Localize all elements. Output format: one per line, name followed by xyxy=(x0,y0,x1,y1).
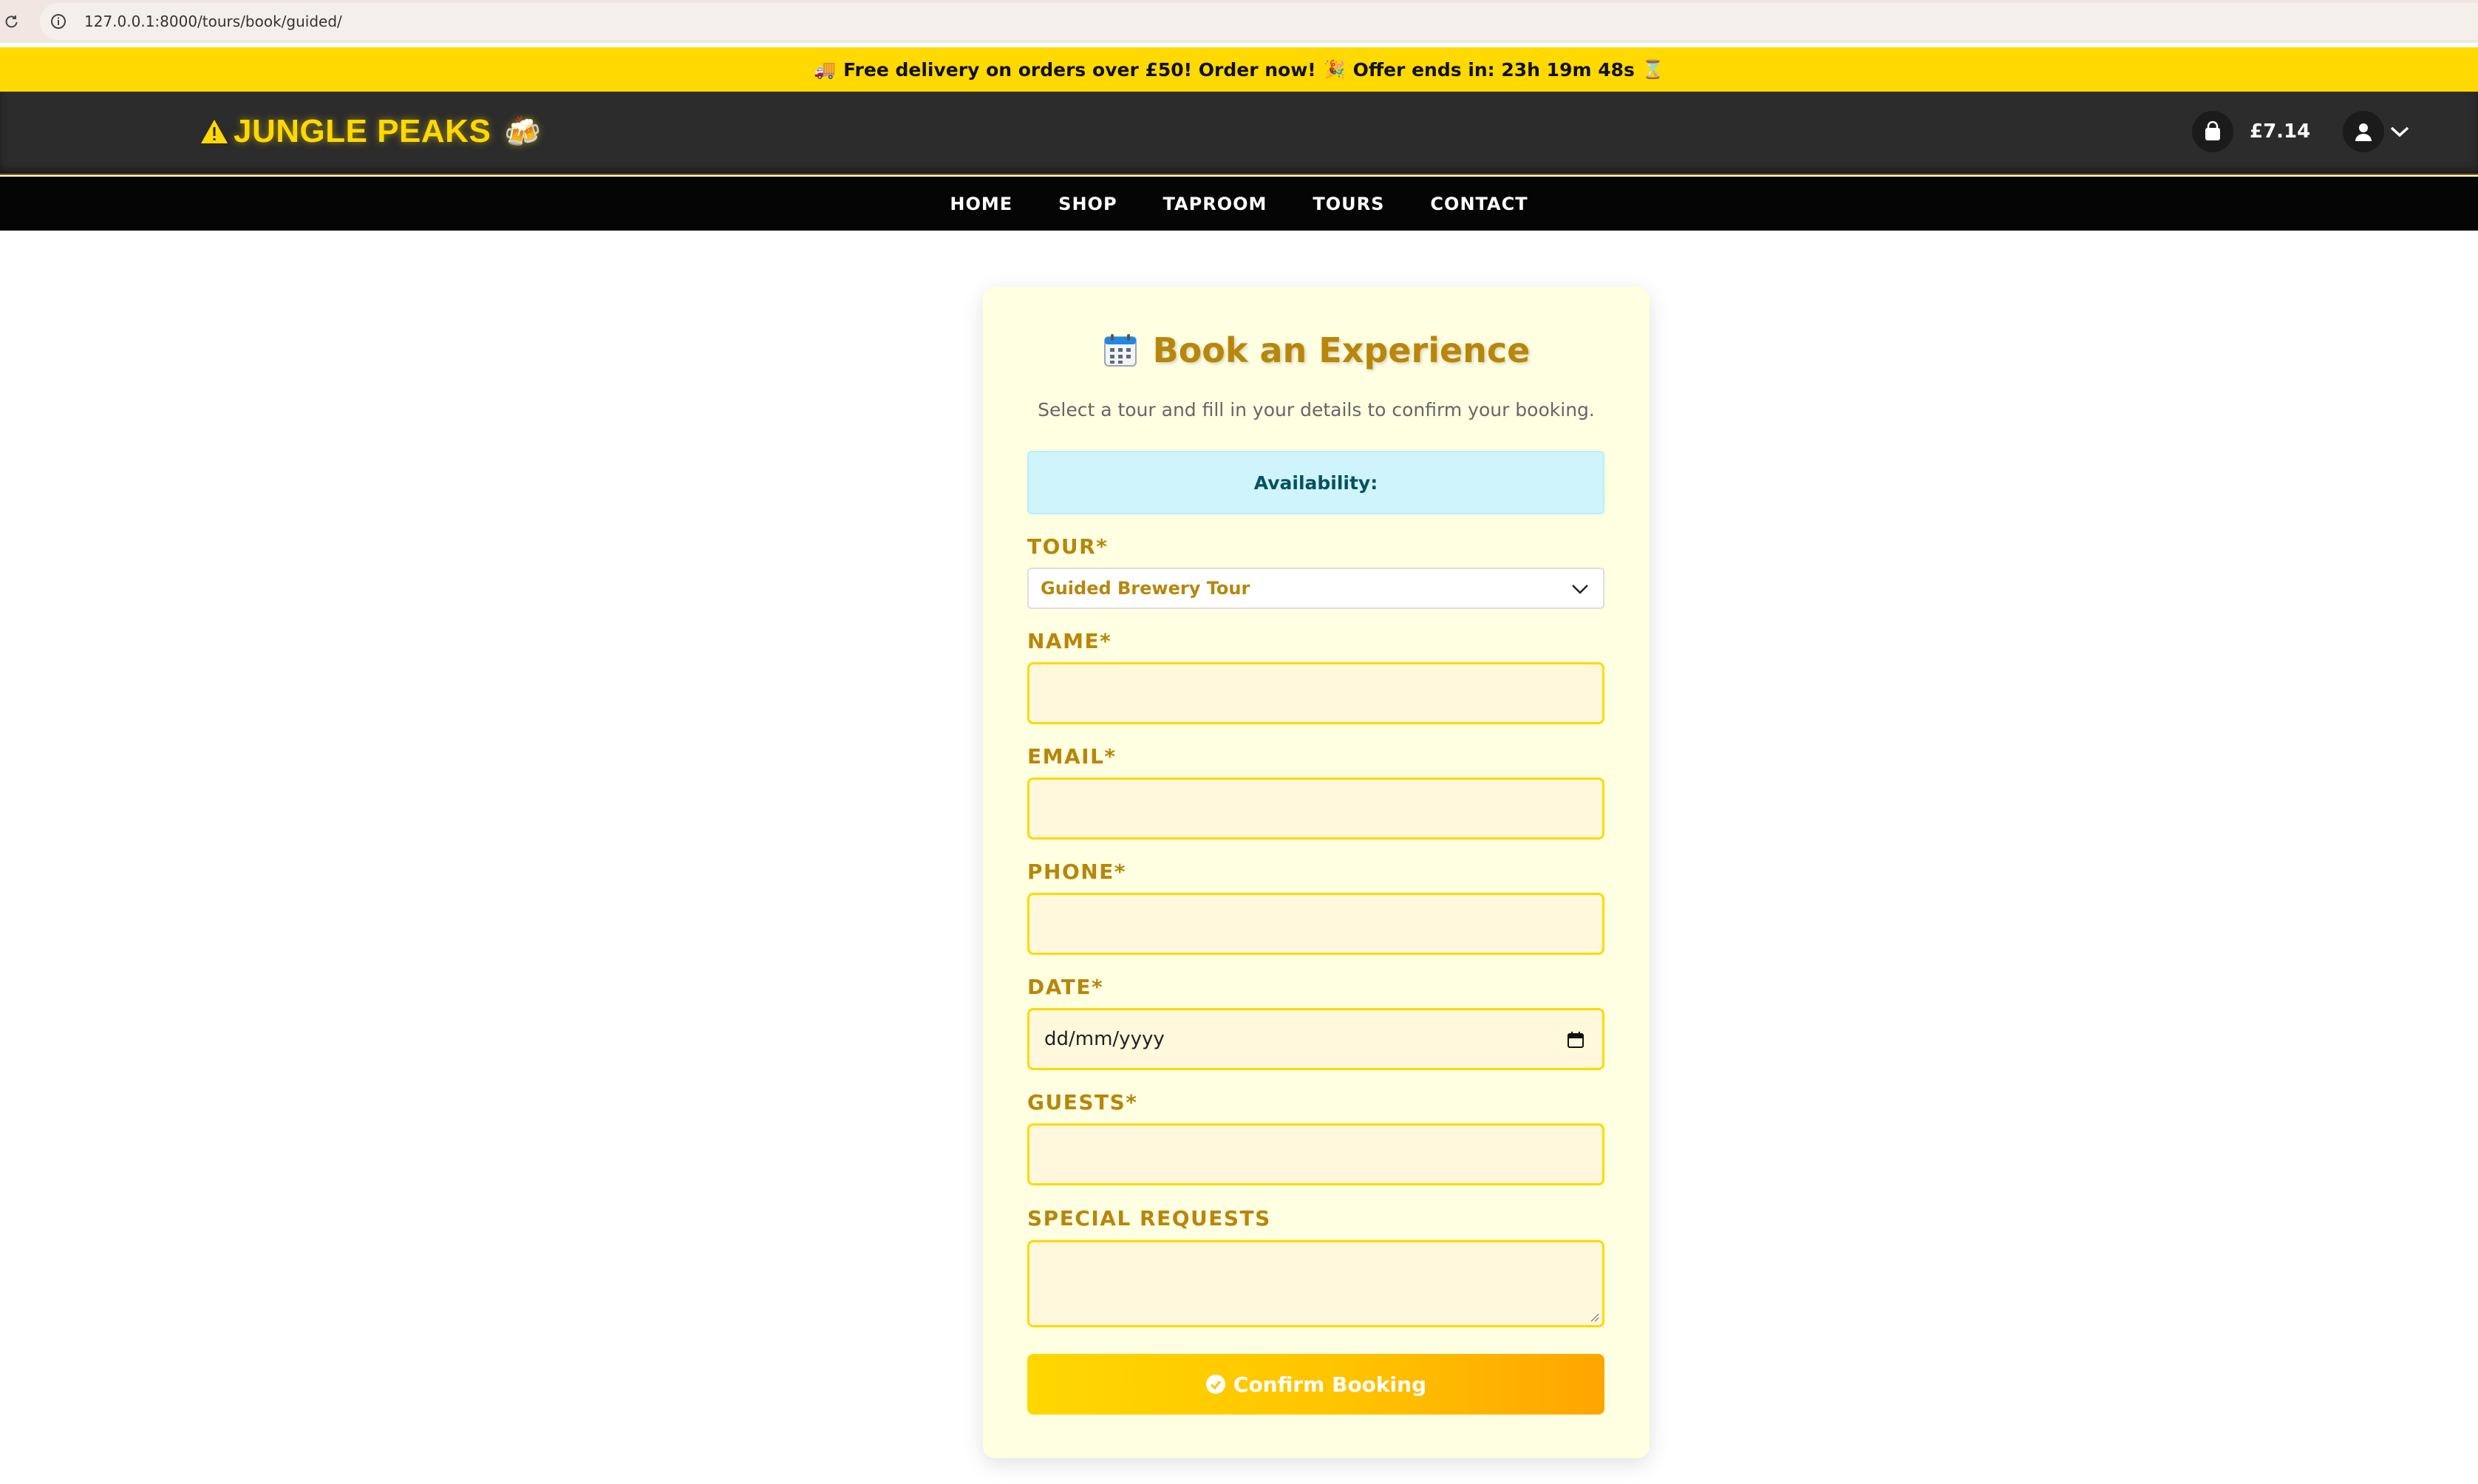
calendar-icon xyxy=(1103,334,1137,367)
name-label: NAME* xyxy=(1027,629,1112,653)
info-icon[interactable] xyxy=(49,12,68,31)
nav-item-tours[interactable]: TOURS xyxy=(1313,194,1384,214)
phone-label: PHONE* xyxy=(1027,860,1126,884)
date-placeholder: dd/mm/yyyy xyxy=(1044,1028,1165,1050)
main-nav: HOME SHOP TAPROOM TOURS CONTACT xyxy=(0,177,2478,231)
browser-address-bar: 127.0.0.1:8000/tours/book/guided/ xyxy=(0,0,2478,43)
hourglass-emoji-icon: ⌛ xyxy=(1641,59,1664,80)
special-requests-textarea[interactable] xyxy=(1027,1240,1604,1327)
guests-label: GUESTS* xyxy=(1027,1090,1138,1114)
cart-button[interactable]: £7.14 xyxy=(2192,111,2310,152)
site-header: JUNGLE PEAKS 🍻 £7.14 xyxy=(0,92,2478,175)
site-logo[interactable]: JUNGLE PEAKS 🍻 xyxy=(200,110,542,153)
reload-icon[interactable] xyxy=(3,13,21,30)
url-text: 127.0.0.1:8000/tours/book/guided/ xyxy=(84,13,342,30)
booking-card: Book an Experience Select a tour and fil… xyxy=(983,287,1650,1458)
user-icon xyxy=(2343,111,2384,152)
party-emoji-icon: 🎉 xyxy=(1323,59,1346,80)
date-label: DATE* xyxy=(1027,975,1104,999)
special-requests-label: SPECIAL REQUESTS xyxy=(1027,1206,1271,1231)
url-field[interactable]: 127.0.0.1:8000/tours/book/guided/ xyxy=(40,3,2478,40)
warning-triangle-icon xyxy=(201,120,228,143)
nav-item-contact[interactable]: CONTACT xyxy=(1430,194,1528,214)
shopping-bag-icon xyxy=(2192,111,2233,152)
cart-total: £7.14 xyxy=(2250,120,2311,143)
user-menu-button[interactable] xyxy=(2343,111,2411,152)
guests-input[interactable] xyxy=(1027,1123,1604,1185)
truck-emoji-icon: 🚚 xyxy=(814,59,837,80)
promo-text: Free delivery on orders over £50! Order … xyxy=(843,58,1316,81)
nav-item-taproom[interactable]: TAPROOM xyxy=(1163,194,1267,214)
tour-selected-value: Guided Brewery Tour xyxy=(1041,578,1250,599)
name-input[interactable] xyxy=(1027,662,1604,724)
promo-banner: 🚚 Free delivery on orders over £50! Orde… xyxy=(0,47,2478,92)
tour-select[interactable]: Guided Brewery Tour xyxy=(1027,568,1604,609)
tour-label: TOUR* xyxy=(1027,534,1109,559)
email-label: EMAIL* xyxy=(1027,744,1117,769)
chevron-down-icon xyxy=(1572,585,1588,594)
date-input[interactable]: dd/mm/yyyy xyxy=(1027,1008,1604,1070)
booking-subtitle: Select a tour and fill in your details t… xyxy=(1038,399,1595,421)
nav-item-home[interactable]: HOME xyxy=(950,194,1012,214)
chevron-down-icon xyxy=(2390,126,2409,137)
phone-input[interactable] xyxy=(1027,893,1604,955)
confirm-booking-label: Confirm Booking xyxy=(1233,1372,1427,1397)
page-title: Book an Experience xyxy=(1152,330,1531,370)
availability-alert: Availability: xyxy=(1027,451,1604,514)
nav-item-shop[interactable]: SHOP xyxy=(1058,194,1117,214)
promo-countdown: Offer ends in: 23h 19m 48s xyxy=(1352,58,1635,81)
resize-handle-icon[interactable] xyxy=(1589,1312,1599,1322)
booking-title-row: Book an Experience xyxy=(983,328,1650,372)
calendar-small-icon[interactable] xyxy=(1567,1031,1585,1049)
email-input[interactable] xyxy=(1027,777,1604,840)
confirm-booking-button[interactable]: Confirm Booking xyxy=(1027,1354,1604,1415)
logo-text: JUNGLE PEAKS xyxy=(234,113,491,149)
check-circle-icon xyxy=(1205,1374,1226,1395)
beer-mugs-icon: 🍻 xyxy=(504,115,542,149)
